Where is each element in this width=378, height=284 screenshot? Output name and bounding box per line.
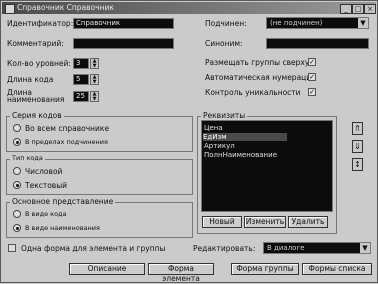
levels-label: Кол-во уровней: bbox=[7, 59, 71, 68]
group-form-button[interactable]: Форма группы bbox=[231, 263, 299, 275]
code-type-title: Тип кода bbox=[10, 154, 45, 162]
series-whole-label: Во всем справочнике bbox=[25, 124, 110, 133]
edit-mode-label: Редактировать: bbox=[193, 244, 256, 253]
close-button[interactable]: × bbox=[364, 4, 376, 14]
synonym-label: Синоним: bbox=[205, 39, 243, 48]
identifier-label: Идентификатор: bbox=[7, 19, 74, 28]
name-length-input[interactable]: 25 bbox=[73, 91, 89, 102]
move-up-icon[interactable]: ⇑ bbox=[352, 122, 363, 135]
code-length-label: Длина кода bbox=[7, 75, 54, 84]
comment-input[interactable] bbox=[73, 38, 174, 49]
edit-mode-value: В диалоге bbox=[267, 244, 305, 252]
list-item[interactable]: Артикул bbox=[204, 142, 235, 150]
minimize-button[interactable]: _ bbox=[340, 4, 352, 14]
one-form-checkbox[interactable] bbox=[8, 244, 16, 252]
type-text-label: Текстовый bbox=[25, 181, 68, 190]
auto-numbering-checkbox[interactable]: ✓ bbox=[308, 73, 316, 81]
series-subordinate-label: В пределах подчинения bbox=[25, 138, 108, 146]
move-down-icon[interactable]: ⇓ bbox=[352, 140, 363, 153]
attributes-list[interactable]: Цена ЕдИзм Артикул ПолнНаименование bbox=[201, 120, 333, 212]
app-icon bbox=[5, 4, 15, 14]
description-button[interactable]: Описание bbox=[69, 263, 145, 275]
series-subordinate-radio[interactable] bbox=[13, 138, 21, 146]
code-length-input[interactable]: 5 bbox=[73, 74, 89, 85]
new-attribute-button[interactable]: Новый bbox=[202, 216, 242, 228]
type-numeric-label: Числовой bbox=[25, 167, 63, 176]
type-numeric-radio[interactable] bbox=[13, 167, 21, 175]
attributes-title: Реквизиты bbox=[201, 111, 248, 120]
comment-label: Комментарий: bbox=[7, 39, 64, 48]
auto-numbering-label: Автоматическая нумерация bbox=[205, 73, 316, 82]
list-forms-button[interactable]: Формы списка bbox=[302, 263, 372, 275]
code-series-title: Серия кодов bbox=[10, 111, 64, 120]
synonym-input[interactable] bbox=[266, 38, 369, 49]
one-form-label: Одна форма для элемента и группы bbox=[21, 244, 166, 253]
levels-spinner[interactable]: ▲ ▼ bbox=[90, 58, 99, 69]
sort-icon[interactable]: ↕ bbox=[352, 158, 363, 171]
maximize-button[interactable]: □ bbox=[352, 4, 364, 14]
code-length-spinner[interactable]: ▲ ▼ bbox=[90, 74, 99, 85]
code-series-group bbox=[6, 116, 193, 152]
main-repr-group bbox=[6, 202, 193, 238]
levels-input[interactable]: 3 bbox=[73, 58, 89, 69]
groups-top-checkbox[interactable]: ✓ bbox=[308, 58, 316, 66]
edit-attribute-button[interactable]: Изменить bbox=[244, 216, 286, 228]
chevron-down-icon[interactable]: ▼ bbox=[358, 18, 368, 28]
name-length-spinner[interactable]: ▲ ▼ bbox=[90, 91, 99, 102]
window-title: Справочник Справочник bbox=[17, 3, 114, 12]
list-item[interactable]: Цена bbox=[204, 124, 223, 132]
delete-attribute-button[interactable]: Удалить bbox=[288, 216, 328, 228]
groups-top-label: Размещать группы сверху bbox=[205, 58, 310, 67]
list-item-selected[interactable]: ЕдИзм bbox=[203, 133, 287, 141]
subordinate-value: (не подчинен) bbox=[270, 19, 323, 27]
subordinate-combo[interactable]: (не подчинен) ▼ bbox=[266, 17, 369, 29]
repr-code-radio[interactable] bbox=[13, 210, 21, 218]
list-item[interactable]: ПолнНаименование bbox=[204, 151, 277, 159]
repr-name-label: В виде наименования bbox=[25, 224, 100, 232]
name-length-label: Длина наименования bbox=[7, 88, 65, 104]
main-repr-title: Основное представление bbox=[10, 197, 116, 206]
repr-code-label: В виде кода bbox=[25, 210, 67, 218]
configuration-dialog: Справочник Справочник _ □ × Идентификато… bbox=[0, 0, 378, 283]
chevron-down-icon[interactable]: ▼ bbox=[360, 243, 370, 253]
identifier-input[interactable]: Справочник bbox=[73, 18, 174, 29]
series-whole-radio[interactable] bbox=[13, 124, 21, 132]
edit-mode-combo[interactable]: В диалоге ▼ bbox=[263, 242, 371, 254]
uniqueness-label: Контроль уникальности bbox=[205, 88, 301, 97]
repr-name-radio[interactable] bbox=[13, 224, 21, 232]
uniqueness-checkbox[interactable]: ✓ bbox=[308, 88, 316, 96]
type-text-radio[interactable] bbox=[13, 181, 21, 189]
subordinate-label: Подчинен: bbox=[205, 19, 247, 28]
title-bar: Справочник Справочник _ □ × bbox=[2, 2, 376, 14]
element-form-button[interactable]: Форма элемента bbox=[148, 263, 214, 283]
